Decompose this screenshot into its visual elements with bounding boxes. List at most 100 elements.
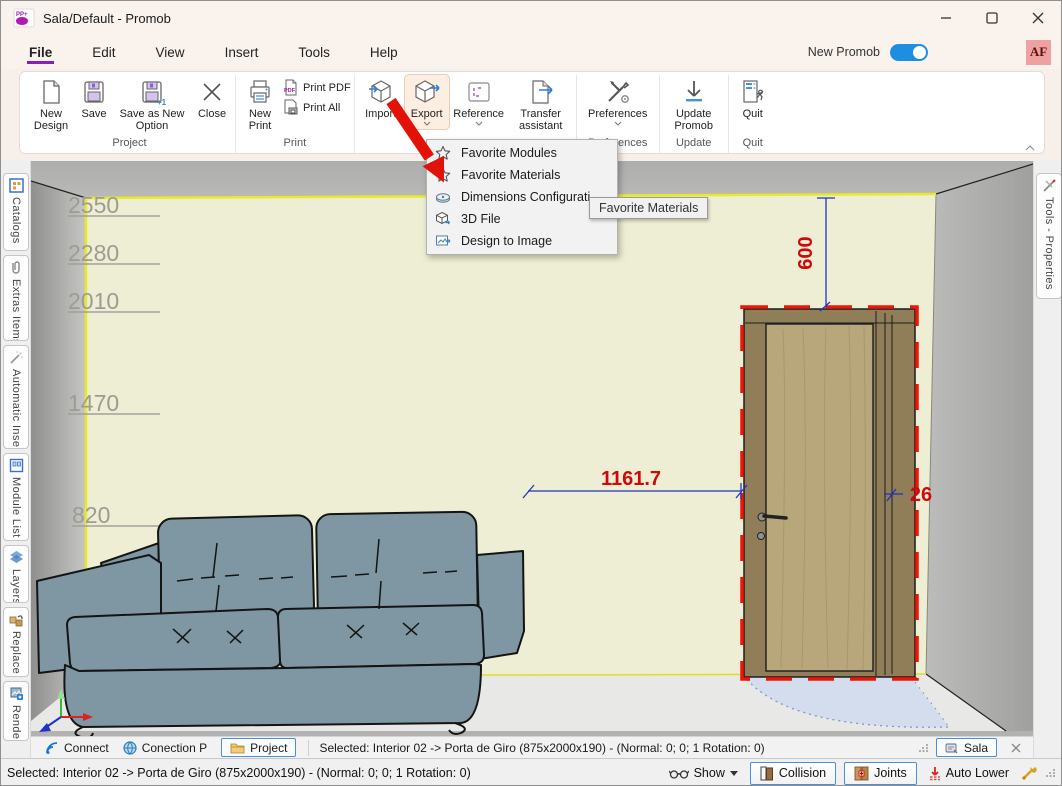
sidebar-tab-replace[interactable]: Replace <box>3 607 29 677</box>
menu-item-design-to-image[interactable]: Design to Image <box>427 230 617 252</box>
quit-button[interactable]: Quit <box>732 75 774 121</box>
sala-room-tab[interactable]: Sala <box>935 738 997 757</box>
maximize-button[interactable] <box>969 1 1015 35</box>
window-title: Sala/Default - Promob <box>43 10 171 26</box>
menu-edit[interactable]: Edit <box>90 41 117 64</box>
new-promob-label: New Promob <box>807 45 880 59</box>
ribbon-group-update: Update Promob Update <box>660 75 729 153</box>
group-label-project: Project <box>112 137 147 149</box>
sidebar-tab-tools-properties[interactable]: Tools - Properties <box>1036 173 1061 299</box>
save-button[interactable]: Save <box>76 75 112 121</box>
connect-tab[interactable]: Connect <box>45 741 109 755</box>
catalogs-icon <box>8 178 24 193</box>
promob-window: PP+ Sala/Default - Promob File Edit View… <box>0 0 1062 786</box>
3d-cube-icon <box>436 211 450 225</box>
resize-grip-outer[interactable] <box>1045 767 1057 779</box>
tools-icon <box>607 81 629 103</box>
chevron-down-icon <box>614 121 622 127</box>
save-icon <box>84 81 104 103</box>
print-pdf-button[interactable]: PDF Print PDF <box>282 79 351 96</box>
menu-tools[interactable]: Tools <box>296 41 332 64</box>
auto-lower-button[interactable]: Auto Lower <box>925 764 1013 783</box>
door-porta-de-giro[interactable] <box>740 305 919 681</box>
svg-text:PDF: PDF <box>284 88 296 94</box>
replace-icon <box>9 615 23 627</box>
favorite-materials-tooltip: Favorite Materials <box>589 197 709 219</box>
printer-icon <box>250 80 270 103</box>
menu-item-favorite-modules[interactable]: Favorite Modules <box>427 142 617 164</box>
group-label-update: Update <box>675 137 712 149</box>
wall-height-820: 820 <box>72 502 110 528</box>
sidebar-tab-render-queue[interactable]: Render Qu <box>3 681 29 741</box>
module-list-icon <box>9 458 23 473</box>
ribbon-collapse-chevron[interactable] <box>1025 145 1035 151</box>
transfer-icon <box>532 80 553 104</box>
minimize-button[interactable] <box>923 1 969 35</box>
globe-icon <box>123 740 137 755</box>
close-project-button[interactable]: Close <box>192 75 232 121</box>
inner-statusbar: Connect Conection P Project Selected: In… <box>31 736 1033 758</box>
account-badge[interactable]: AF <box>1026 39 1051 65</box>
statusbar-divider <box>308 739 310 756</box>
menu-view[interactable]: View <box>154 41 187 64</box>
project-tab[interactable]: Project <box>221 738 297 757</box>
resize-grip[interactable] <box>918 742 930 754</box>
ribbon-group-project: New Design Save +1 Save as New Option Cl… <box>24 75 236 153</box>
titlebar: PP+ Sala/Default - Promob <box>1 1 1061 35</box>
dimension-600: 600 <box>795 236 817 269</box>
wrench-tool-icon[interactable] <box>1021 765 1037 781</box>
close-x-icon <box>203 83 221 101</box>
promob-app-icon: PP+ <box>13 8 35 28</box>
sidebar-tab-module-list[interactable]: Module List <box>3 453 29 541</box>
sidebar-tab-catalogs[interactable]: Catalogs <box>3 173 29 251</box>
print-all-button[interactable]: Print All <box>282 99 351 116</box>
close-button[interactable] <box>1015 1 1061 35</box>
sidebar-tab-layers[interactable]: Layers <box>3 545 29 603</box>
sidebar-tab-extras-items[interactable]: Extras Items <box>3 255 29 341</box>
room-icon <box>945 743 958 753</box>
joints-icon <box>854 766 869 780</box>
conection-p-tab[interactable]: Conection P <box>123 741 207 755</box>
folder-icon <box>230 743 245 753</box>
svg-text:+1: +1 <box>157 98 166 106</box>
chevron-down-icon <box>475 121 483 127</box>
menu-file[interactable]: File <box>27 41 55 64</box>
dimension-1161-7: 1161.7 <box>601 468 661 490</box>
new-design-button[interactable]: New Design <box>27 75 75 134</box>
transfer-assistant-button[interactable]: Transfer assistant <box>509 75 573 134</box>
wall-height-2010: 2010 <box>68 288 119 314</box>
right-wall[interactable] <box>926 164 1033 731</box>
sidebar-tab-automatic-insert[interactable]: Automatic Insert <box>3 345 29 449</box>
wall-height-2550: 2550 <box>68 192 119 218</box>
new-promob-toggle[interactable] <box>890 43 928 61</box>
preferences-button[interactable]: Preferences <box>580 75 656 129</box>
wall-height-2280: 2280 <box>68 240 119 266</box>
print-all-icon <box>284 99 298 115</box>
new-print-button[interactable]: New Print <box>239 75 281 134</box>
menu-insert[interactable]: Insert <box>223 41 261 64</box>
menu-help[interactable]: Help <box>368 41 400 64</box>
update-promob-button[interactable]: Update Promob <box>663 75 725 134</box>
close-room-icon[interactable] <box>1011 743 1021 753</box>
joints-button[interactable]: Joints <box>844 761 917 785</box>
paperclip-icon <box>11 261 20 274</box>
door-keyhole <box>757 532 765 540</box>
magic-wand-icon <box>9 351 23 364</box>
selection-status-text-outer: Selected: Interior 02 -> Porta de Giro (… <box>7 766 471 780</box>
new-document-icon <box>43 80 60 104</box>
dimension-26: 26 <box>910 484 932 506</box>
show-dropdown-button[interactable]: Show <box>665 764 742 782</box>
menubar: File Edit View Insert Tools Help New Pro… <box>1 35 1061 69</box>
ribbon-group-quit: Quit Quit <box>729 75 777 153</box>
menu-item-favorite-materials[interactable]: Favorite Materials <box>427 164 617 186</box>
save-as-new-option-button[interactable]: +1 Save as New Option <box>113 75 191 134</box>
render-icon <box>10 687 23 700</box>
collision-button[interactable]: Collision <box>749 761 837 785</box>
group-label-quit: Quit <box>742 137 763 149</box>
outer-statusbar: Selected: Interior 02 -> Porta de Giro (… <box>1 758 1061 785</box>
quit-runner-icon <box>743 80 764 103</box>
auto-lower-icon <box>929 766 940 780</box>
red-annotation-arrow <box>386 97 445 183</box>
door-handle <box>762 514 788 520</box>
reference-button[interactable]: Reference <box>450 75 508 129</box>
